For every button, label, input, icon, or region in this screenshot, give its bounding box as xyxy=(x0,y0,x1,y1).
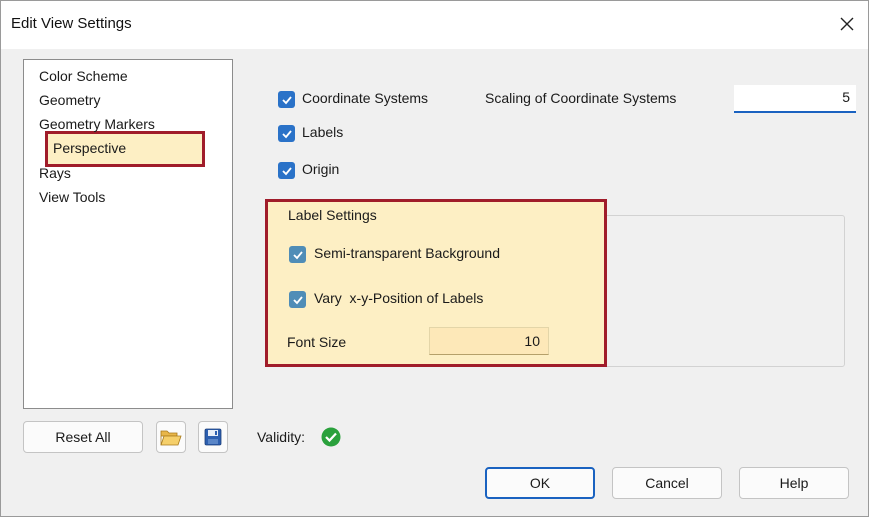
vary-position-checkbox[interactable] xyxy=(289,291,306,308)
title-bar: Edit View Settings xyxy=(1,1,868,49)
edit-view-settings-dialog: Edit View Settings Color Scheme Geometry… xyxy=(0,0,869,517)
save-button[interactable] xyxy=(198,421,228,453)
coordinate-systems-label: Coordinate Systems xyxy=(302,90,429,106)
validity-label: Validity: xyxy=(257,429,305,445)
nav-item-rays[interactable]: Rays xyxy=(39,165,71,181)
checkmark-icon xyxy=(281,95,292,104)
labels-checkbox[interactable] xyxy=(278,125,295,142)
category-list[interactable] xyxy=(23,59,233,409)
label-settings-title: Label Settings xyxy=(285,207,380,223)
cancel-button[interactable]: Cancel xyxy=(612,467,722,499)
nav-item-perspective[interactable]: Perspective xyxy=(53,140,126,156)
check-circle-icon xyxy=(321,427,341,450)
nav-item-color-scheme[interactable]: Color Scheme xyxy=(39,68,128,84)
nav-item-view-tools[interactable]: View Tools xyxy=(39,189,105,205)
close-icon[interactable] xyxy=(832,9,862,39)
scaling-input[interactable]: 5 xyxy=(734,85,856,113)
checkmark-icon xyxy=(292,250,303,259)
window-title: Edit View Settings xyxy=(11,15,132,32)
font-size-input[interactable]: 10 xyxy=(429,327,549,355)
save-disk-icon xyxy=(204,428,222,446)
scaling-label: Scaling of Coordinate Systems xyxy=(485,90,677,106)
vary-position-label: Vary x-y-Position of Labels xyxy=(314,290,484,306)
nav-item-geometry[interactable]: Geometry xyxy=(39,92,100,108)
help-button[interactable]: Help xyxy=(739,467,849,499)
checkmark-icon xyxy=(281,166,292,175)
folder-open-icon xyxy=(160,430,182,446)
origin-label: Origin xyxy=(302,161,340,177)
coordinate-systems-checkbox[interactable] xyxy=(278,91,295,108)
font-size-label: Font Size xyxy=(287,334,347,350)
labels-label: Labels xyxy=(302,124,344,140)
semi-transparent-label: Semi-transparent Background xyxy=(314,245,500,261)
semi-transparent-checkbox[interactable] xyxy=(289,246,306,263)
checkmark-icon xyxy=(292,295,303,304)
origin-checkbox[interactable] xyxy=(278,162,295,179)
ok-button[interactable]: OK xyxy=(485,467,595,499)
nav-item-geometry-markers[interactable]: Geometry Markers xyxy=(39,116,155,132)
checkmark-icon xyxy=(281,129,292,138)
open-button[interactable] xyxy=(156,421,186,453)
reset-all-button[interactable]: Reset All xyxy=(23,421,143,453)
